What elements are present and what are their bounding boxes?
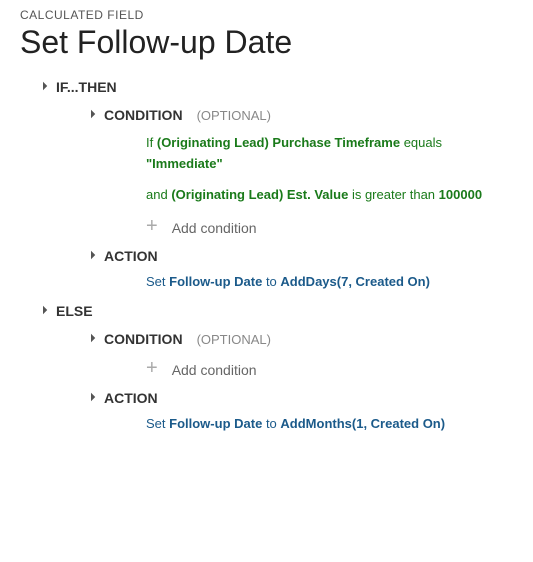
add-condition-label: Add condition	[172, 220, 257, 236]
action-mid: to	[266, 416, 277, 431]
condition-field: (Originating Lead) Purchase Timeframe	[157, 135, 400, 150]
condition-label: CONDITION	[104, 331, 183, 347]
else-block: ELSE CONDITION (OPTIONAL) + Add conditio…	[40, 303, 513, 431]
breadcrumb: CALCULATED FIELD	[20, 8, 513, 22]
action-mid: to	[266, 274, 277, 289]
action-field: Follow-up Date	[169, 416, 262, 431]
chevron-down-icon	[39, 82, 47, 90]
chevron-down-icon	[87, 393, 95, 401]
condition-field: (Originating Lead) Est. Value	[171, 187, 348, 202]
else-header[interactable]: ELSE	[40, 303, 513, 319]
action-func: AddDays(7, Created On)	[280, 274, 430, 289]
plus-icon: +	[146, 358, 158, 378]
action-field: Follow-up Date	[169, 274, 262, 289]
optional-label: (OPTIONAL)	[197, 332, 271, 347]
if-action-header[interactable]: ACTION	[88, 248, 513, 264]
else-action-section: ACTION Set Follow-up Date to AddMonths(1…	[88, 390, 513, 431]
else-condition-section: CONDITION (OPTIONAL) + Add condition	[88, 331, 513, 378]
condition-row[interactable]: and (Originating Lead) Est. Value is gre…	[146, 185, 513, 206]
condition-label: CONDITION	[104, 107, 183, 123]
condition-prefix: If	[146, 135, 153, 150]
plus-icon: +	[146, 216, 158, 236]
action-prefix: Set	[146, 416, 166, 431]
condition-op: is greater than	[352, 187, 435, 202]
action-func: AddMonths(1, Created On)	[280, 416, 445, 431]
add-condition-button[interactable]: + Add condition	[146, 361, 513, 378]
if-then-block: IF...THEN CONDITION (OPTIONAL) If (Origi…	[40, 79, 513, 289]
condition-value: "Immediate"	[146, 156, 223, 171]
action-row[interactable]: Set Follow-up Date to AddDays(7, Created…	[146, 274, 513, 289]
if-then-label: IF...THEN	[56, 79, 117, 95]
action-label: ACTION	[104, 248, 158, 264]
condition-op: equals	[404, 135, 442, 150]
action-row[interactable]: Set Follow-up Date to AddMonths(1, Creat…	[146, 416, 513, 431]
if-then-header[interactable]: IF...THEN	[40, 79, 513, 95]
add-condition-button[interactable]: + Add condition	[146, 219, 513, 236]
page-title: Set Follow-up Date	[20, 24, 513, 61]
if-condition-section: CONDITION (OPTIONAL) If (Originating Lea…	[88, 107, 513, 236]
chevron-down-icon	[87, 110, 95, 118]
condition-row[interactable]: If (Originating Lead) Purchase Timeframe…	[146, 133, 513, 175]
if-action-section: ACTION Set Follow-up Date to AddDays(7, …	[88, 248, 513, 289]
else-condition-header[interactable]: CONDITION (OPTIONAL)	[88, 331, 513, 347]
else-action-header[interactable]: ACTION	[88, 390, 513, 406]
optional-label: (OPTIONAL)	[197, 108, 271, 123]
else-label: ELSE	[56, 303, 93, 319]
if-condition-header[interactable]: CONDITION (OPTIONAL)	[88, 107, 513, 123]
action-prefix: Set	[146, 274, 166, 289]
chevron-down-icon	[39, 306, 47, 314]
add-condition-label: Add condition	[172, 362, 257, 378]
condition-value: 100000	[439, 187, 482, 202]
chevron-down-icon	[87, 334, 95, 342]
chevron-down-icon	[87, 251, 95, 259]
condition-prefix: and	[146, 187, 168, 202]
action-label: ACTION	[104, 390, 158, 406]
